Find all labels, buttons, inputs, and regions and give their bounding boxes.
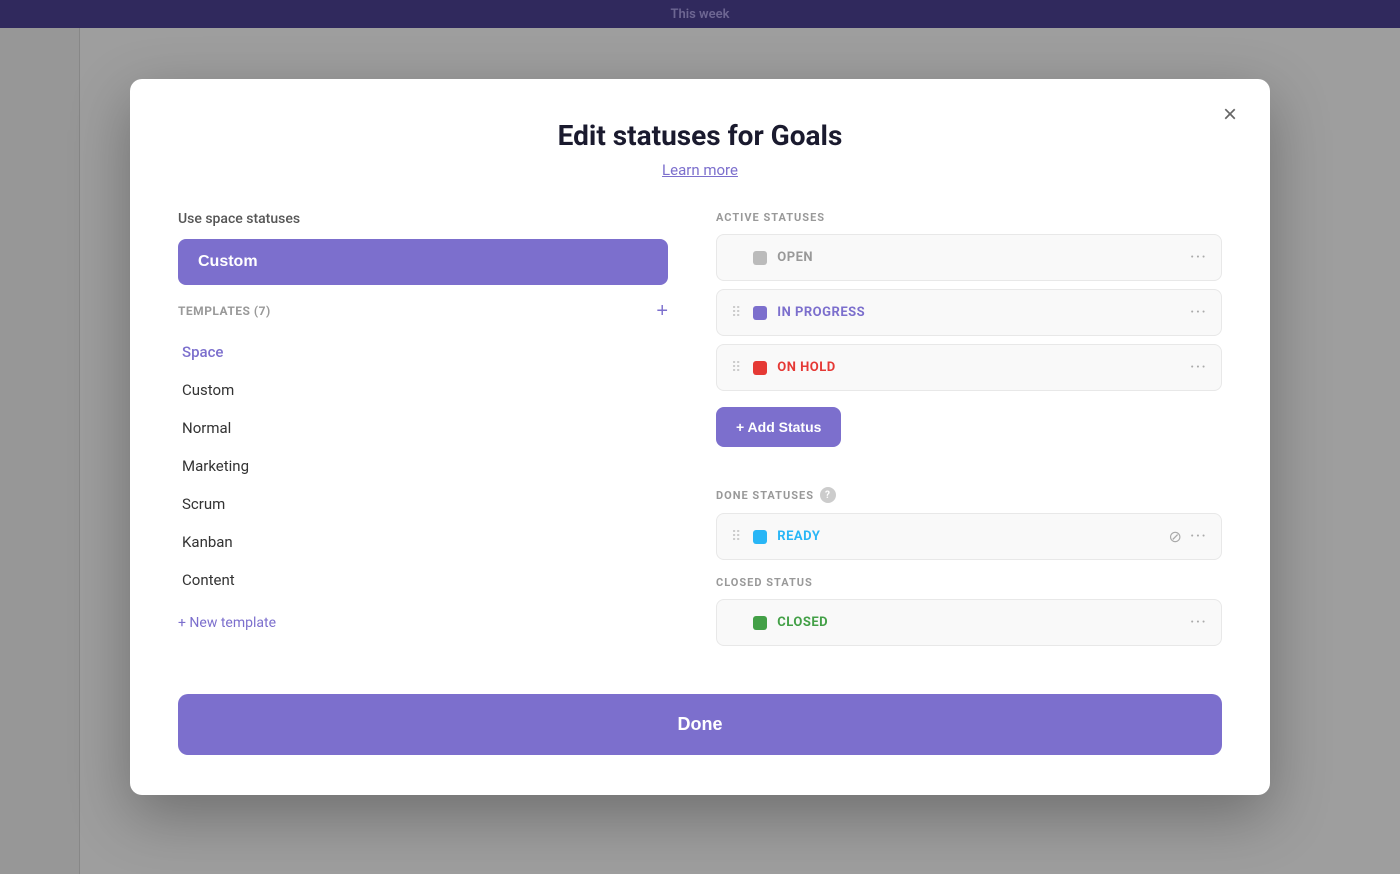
closed-status-list: ⠿ CLOSED ··· <box>716 599 1222 646</box>
modal-header: Edit statuses for Goals Learn more <box>178 119 1222 179</box>
status-dot-open <box>753 251 767 265</box>
closed-status-section: CLOSED STATUS ⠿ CLOSED ··· <box>716 576 1222 646</box>
status-dot-closed <box>753 616 767 630</box>
templates-add-button[interactable]: + <box>656 301 668 321</box>
closed-status-label: CLOSED STATUS <box>716 576 1222 589</box>
status-name-inprogress: IN PROGRESS <box>777 305 1180 320</box>
modal-body: Use space statuses Custom TEMPLATES (7) … <box>178 211 1222 662</box>
more-options-open[interactable]: ··· <box>1190 247 1207 268</box>
template-item-kanban[interactable]: Kanban <box>178 523 668 561</box>
done-statuses-label: DONE STATUSES ? <box>716 487 1222 503</box>
drag-handle-inprogress: ⠿ <box>731 305 741 321</box>
status-name-onhold: ON HOLD <box>777 360 1180 375</box>
modal-backdrop: × Edit statuses for Goals Learn more Use… <box>0 0 1400 874</box>
more-options-inprogress[interactable]: ··· <box>1190 302 1207 323</box>
active-statuses-section: ACTIVE STATUSES ⠿ OPEN ··· ⠿ IN PROGRESS <box>716 211 1222 471</box>
custom-selected-button[interactable]: Custom <box>178 239 668 285</box>
ready-status-actions: ⊘ ··· <box>1168 526 1207 547</box>
status-item-open[interactable]: ⠿ OPEN ··· <box>716 234 1222 281</box>
active-statuses-label: ACTIVE STATUSES <box>716 211 1222 224</box>
use-space-label: Use space statuses <box>178 211 668 227</box>
new-template-link[interactable]: + New template <box>178 615 276 631</box>
more-options-ready[interactable]: ··· <box>1190 526 1207 547</box>
more-options-onhold[interactable]: ··· <box>1190 357 1207 378</box>
done-statuses-help-icon[interactable]: ? <box>820 487 836 503</box>
done-statuses-section: DONE STATUSES ? ⠿ READY ⊘ ··· <box>716 487 1222 560</box>
status-name-open: OPEN <box>777 250 1180 265</box>
modal-title: Edit statuses for Goals <box>178 119 1222 152</box>
drag-handle-ready: ⠿ <box>731 529 741 545</box>
template-item-scrum[interactable]: Scrum <box>178 485 668 523</box>
learn-more-link[interactable]: Learn more <box>662 161 738 179</box>
template-item-custom[interactable]: Custom <box>178 371 668 409</box>
template-item-space[interactable]: Space <box>178 333 668 371</box>
add-status-button[interactable]: + Add Status <box>716 407 841 447</box>
close-button[interactable]: × <box>1214 99 1246 131</box>
status-item-ready[interactable]: ⠿ READY ⊘ ··· <box>716 513 1222 560</box>
drag-handle-onhold: ⠿ <box>731 360 741 376</box>
left-panel: Use space statuses Custom TEMPLATES (7) … <box>178 211 668 662</box>
status-dot-onhold <box>753 361 767 375</box>
done-button[interactable]: Done <box>178 694 1222 755</box>
right-panel: ACTIVE STATUSES ⠿ OPEN ··· ⠿ IN PROGRESS <box>716 211 1222 662</box>
more-options-closed[interactable]: ··· <box>1190 612 1207 633</box>
edit-statuses-modal: × Edit statuses for Goals Learn more Use… <box>130 79 1270 795</box>
done-status-list: ⠿ READY ⊘ ··· <box>716 513 1222 560</box>
templates-label: TEMPLATES (7) <box>178 304 271 318</box>
templates-header: TEMPLATES (7) + <box>178 301 668 321</box>
status-item-inprogress[interactable]: ⠿ IN PROGRESS ··· <box>716 289 1222 336</box>
status-name-closed: CLOSED <box>777 615 1180 630</box>
modal-footer: Done <box>178 694 1222 755</box>
status-dot-ready <box>753 530 767 544</box>
status-item-onhold[interactable]: ⠿ ON HOLD ··· <box>716 344 1222 391</box>
active-status-list: ⠿ OPEN ··· ⠿ IN PROGRESS ··· ⠿ <box>716 234 1222 391</box>
status-name-ready: READY <box>777 529 1158 544</box>
template-item-normal[interactable]: Normal <box>178 409 668 447</box>
template-list: Space Custom Normal Marketing Scrum Kanb… <box>178 333 668 599</box>
template-item-content[interactable]: Content <box>178 561 668 599</box>
template-item-marketing[interactable]: Marketing <box>178 447 668 485</box>
check-icon-ready: ⊘ <box>1168 527 1181 546</box>
status-item-closed[interactable]: ⠿ CLOSED ··· <box>716 599 1222 646</box>
status-dot-inprogress <box>753 306 767 320</box>
